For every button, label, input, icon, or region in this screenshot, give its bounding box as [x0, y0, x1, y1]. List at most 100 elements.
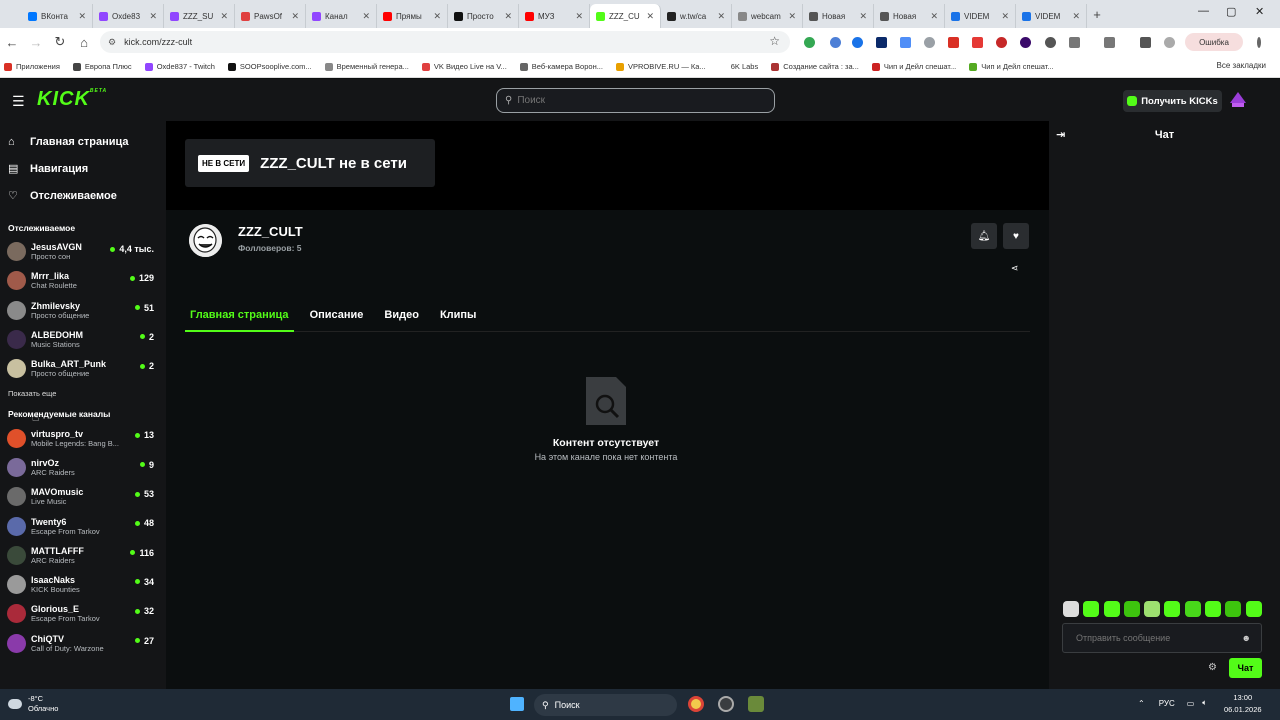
sidebar-channel[interactable]: ALBEDOHM Music Stations 2: [0, 325, 166, 354]
tab-close-icon[interactable]: ✕: [504, 11, 512, 22]
extension-icon[interactable]: [830, 37, 841, 48]
bookmark-item[interactable]: Создание сайта : за...: [771, 62, 859, 71]
sidebar-channel[interactable]: IsaacNaks KICK Bounties 34: [0, 570, 166, 599]
sidebar-channel[interactable]: Glorious_E Escape From Tarkov 32: [0, 599, 166, 628]
emote-icon[interactable]: [1225, 601, 1242, 617]
sidebar-channel[interactable]: Mrrr_lika Chat Roulette 129: [0, 266, 166, 295]
chrome-icon[interactable]: [688, 696, 704, 712]
bookmark-item[interactable]: Приложения: [4, 62, 60, 71]
video-player[interactable]: НЕ В СЕТИ ZZZ_CULT не в сети: [166, 121, 1049, 210]
bookmark-star-icon[interactable]: ☆: [769, 34, 780, 48]
sidebar-channel[interactable]: ChiQTV Call of Duty: Warzone 27: [0, 629, 166, 658]
extension-icon[interactable]: [804, 37, 815, 48]
search-input[interactable]: [517, 95, 758, 106]
browser-menu-icon[interactable]: [1257, 37, 1261, 48]
language-indicator[interactable]: РУС: [1159, 699, 1175, 708]
volume-icon[interactable]: 🔈︎: [1202, 698, 1207, 708]
forward-icon[interactable]: →: [24, 35, 48, 50]
emote-icon[interactable]: [1123, 601, 1140, 617]
tab-close-icon[interactable]: ✕: [930, 11, 938, 22]
browser-tab[interactable]: VIDEM ✕: [945, 4, 1016, 28]
send-chat-button[interactable]: Чат: [1229, 658, 1262, 678]
url-field[interactable]: ⚙ kick.com/zzz-cult ☆: [100, 31, 790, 53]
sidepanel-icon[interactable]: [1104, 37, 1115, 48]
emote-icon[interactable]: [1103, 601, 1120, 617]
extension-icon[interactable]: [996, 37, 1007, 48]
pdf-icon[interactable]: [972, 37, 983, 48]
minimize-icon[interactable]: —: [1198, 5, 1209, 17]
browser-tab[interactable]: Просто ✕: [448, 4, 519, 28]
sidebar-channel[interactable]: Twenty6 Escape From Tarkov 48: [0, 511, 166, 540]
sidebar-channel[interactable]: Zhmilevsky Просто общение 51: [0, 296, 166, 325]
tab-close-icon[interactable]: ✕: [78, 11, 86, 22]
error-profile-button[interactable]: Ошибка: [1185, 33, 1243, 51]
tab-close-icon[interactable]: ✕: [646, 11, 654, 22]
browser-tab[interactable]: Прямы ✕: [377, 4, 448, 28]
get-kicks-button[interactable]: Получить KICKs: [1123, 90, 1222, 112]
sidebar-channel[interactable]: MATTLAFFF ARC Raiders 116: [0, 541, 166, 570]
taskbar-search[interactable]: ⚲ Поиск: [534, 694, 677, 716]
weather-widget[interactable]: -8°C Облачно: [8, 694, 58, 714]
sidebar-nav-item[interactable]: ♡ Отслеживаемое: [0, 182, 166, 209]
back-icon[interactable]: ←: [0, 35, 24, 50]
collapse-chat-icon[interactable]: ⇥: [1056, 128, 1065, 141]
browser-tab[interactable]: ZZZ_CU ✕: [590, 4, 661, 28]
home-browser-icon[interactable]: ⌂: [72, 35, 96, 50]
tab-close-icon[interactable]: ✕: [433, 11, 441, 22]
tab-close-icon[interactable]: ✕: [859, 11, 867, 22]
channel-tab[interactable]: Видео: [379, 307, 424, 332]
browser-tab[interactable]: webcam ✕: [732, 4, 803, 28]
bookmark-item[interactable]: VK Видео Live на V...: [421, 62, 507, 71]
browser-tab[interactable]: Новая ✕: [803, 4, 874, 28]
tab-close-icon[interactable]: ✕: [1001, 11, 1009, 22]
extension-icon[interactable]: [1045, 37, 1056, 48]
sidebar-nav-item[interactable]: ▤ Навигация: [0, 155, 166, 182]
browser-tab[interactable]: Новая ✕: [874, 4, 945, 28]
maximize-icon[interactable]: ▢: [1226, 5, 1236, 18]
extensions-puzzle-icon[interactable]: [1069, 37, 1080, 48]
tab-close-icon[interactable]: ✕: [788, 11, 796, 22]
extension-icon[interactable]: [1020, 37, 1031, 48]
close-window-icon[interactable]: ✕: [1255, 5, 1264, 18]
chat-input[interactable]: [1076, 633, 1236, 643]
reload-icon[interactable]: ↻: [48, 34, 72, 50]
browser-tab[interactable]: PawsOf ✕: [235, 4, 306, 28]
sidebar-nav-item[interactable]: ⌂ Главная страница: [0, 128, 166, 155]
bookmark-item[interactable]: Временный генера...: [324, 62, 409, 71]
extension-icon[interactable]: [852, 37, 863, 48]
chat-message-box[interactable]: ☻: [1062, 623, 1262, 653]
emote-icon[interactable]: [1164, 601, 1181, 617]
extension-icon[interactable]: [948, 37, 959, 48]
emoji-icon[interactable]: ☻: [1242, 633, 1251, 643]
emote-icon[interactable]: [1205, 601, 1222, 617]
sidebar-channel[interactable]: virtuspro_tv Mobile Legends: Bang B... 13: [0, 423, 166, 452]
emote-icon[interactable]: [1245, 601, 1262, 617]
bookmark-item[interactable]: Oxde837 - Twitch: [144, 62, 215, 71]
translate-icon[interactable]: [900, 37, 911, 48]
sidebar-channel[interactable]: MAVOmusic Live Music 53: [0, 482, 166, 511]
kick-logo[interactable]: KICKBETA: [37, 88, 107, 111]
extension-icon[interactable]: [876, 37, 887, 48]
profile-icon[interactable]: [1164, 37, 1175, 48]
browser-tab[interactable]: VIDEM ✕: [1016, 4, 1087, 28]
browser-tab[interactable]: Канал ✕: [306, 4, 377, 28]
extension-icon[interactable]: [924, 37, 935, 48]
monitor-icon[interactable]: ▭: [1187, 699, 1195, 708]
bookmark-item[interactable]: Чип и Дейл спешат...: [969, 62, 1054, 71]
bookmark-item[interactable]: Чип и Дейл спешат...: [871, 62, 956, 71]
bookmark-item[interactable]: Европа Плюс: [72, 62, 132, 71]
user-avatar[interactable]: [1229, 91, 1247, 109]
browser-tab[interactable]: ВКонта ✕: [22, 4, 93, 28]
minecraft-icon[interactable]: [748, 696, 764, 712]
channel-avatar[interactable]: [189, 224, 222, 257]
show-more-link[interactable]: Показать еще: [0, 389, 166, 407]
site-info-icon[interactable]: ⚙: [108, 37, 116, 48]
emote-icon[interactable]: [1184, 601, 1201, 617]
channel-tab[interactable]: Главная страница: [185, 307, 294, 332]
bookmark-item[interactable]: 6K Labs: [718, 62, 758, 71]
emote-icon[interactable]: [1063, 601, 1079, 617]
tab-close-icon[interactable]: ✕: [149, 11, 157, 22]
all-bookmarks-link[interactable]: Все закладки: [1217, 61, 1266, 70]
browser-tab[interactable]: Oxde83 ✕: [93, 4, 164, 28]
bookmark-item[interactable]: VPROBIVE.RU — Ка...: [615, 62, 706, 71]
